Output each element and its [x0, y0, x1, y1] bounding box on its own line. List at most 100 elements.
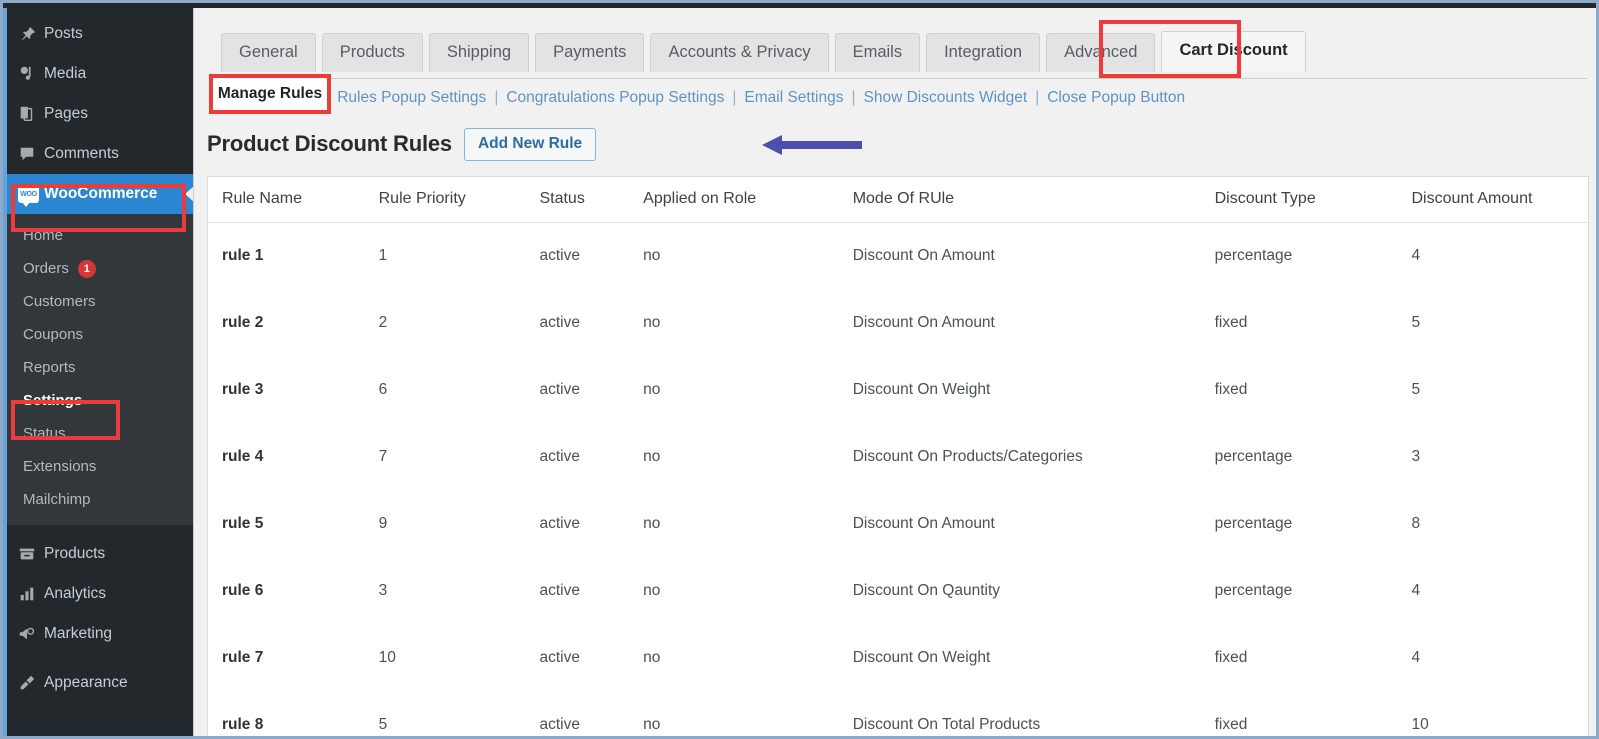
cell-status: active [525, 490, 630, 558]
tab-emails[interactable]: Emails [834, 33, 921, 72]
pin-icon [18, 25, 44, 43]
subnav-rules-popup-settings[interactable]: Rules Popup Settings [334, 89, 489, 107]
sidebar-item-media[interactable]: Media [7, 54, 193, 94]
sidebar-item-label: Products [44, 545, 106, 562]
table-row[interactable]: rule 1 1 active no Discount On Amount pe… [208, 222, 1588, 290]
sidebar-item-pages[interactable]: Pages [7, 94, 193, 134]
sidebar-subitem-home[interactable]: Home [7, 219, 193, 252]
table-row[interactable]: rule 6 3 active no Discount On Qauntity … [208, 557, 1588, 625]
cell-rule-priority: 2 [364, 289, 526, 357]
screenshot-root: Posts Media Pages Comments WOO WooCommer… [0, 0, 1599, 739]
sidebar-item-analytics[interactable]: Analytics [7, 574, 193, 614]
cell-applied-on-role: no [629, 222, 839, 290]
table-row[interactable]: rule 3 6 active no Discount On Weight fi… [208, 356, 1588, 424]
submenu-label: Home [23, 227, 64, 244]
tab-label: Cart Discount [1179, 41, 1288, 59]
sidebar-subitem-customers[interactable]: Customers [7, 285, 193, 318]
sidebar-subitem-coupons[interactable]: Coupons [7, 318, 193, 351]
brush-icon [18, 674, 44, 692]
sidebar-subitem-settings[interactable]: Settings [7, 384, 193, 417]
sidebar-item-label: Posts [44, 25, 83, 42]
cell-discount-amount: 5 [1397, 356, 1588, 424]
sidebar-item-posts[interactable]: Posts [7, 14, 193, 54]
sidebar-item-woocommerce[interactable]: WOO WooCommerce [7, 174, 194, 214]
sidebar-item-label: Analytics [44, 585, 107, 602]
cell-rule-name: rule 5 [208, 490, 365, 558]
subnav-close-popup-button[interactable]: Close Popup Button [1044, 89, 1188, 107]
sidebar-subitem-extensions[interactable]: Extensions [7, 450, 193, 483]
annotation-arrow-icon [762, 135, 862, 155]
discount-rules-table: Rule Name Rule Priority Status Applied o… [208, 177, 1588, 736]
table-body: rule 1 1 active no Discount On Amount pe… [208, 222, 1588, 736]
subnav-email-settings[interactable]: Email Settings [741, 89, 846, 107]
cell-applied-on-role: no [629, 490, 839, 558]
subnav-separator: | [1035, 89, 1040, 106]
subnav-show-discounts-widget[interactable]: Show Discounts Widget [861, 89, 1031, 107]
tab-payments[interactable]: Payments [535, 33, 645, 72]
sidebar-subitem-mailchimp[interactable]: Mailchimp [7, 483, 193, 516]
sidebar-item-products[interactable]: Products [7, 534, 193, 574]
sidebar-subitem-status[interactable]: Status [7, 417, 193, 450]
manage-rules-link[interactable]: Manage Rules [209, 74, 331, 114]
sidebar-subitem-reports[interactable]: Reports [7, 351, 193, 384]
cell-mode-of-rule: Discount On Amount [838, 222, 1201, 290]
table-row[interactable]: rule 5 9 active no Discount On Amount pe… [208, 490, 1588, 558]
sidebar-subitem-orders[interactable]: Orders 1 [7, 252, 193, 285]
tab-label: Advanced [1064, 43, 1138, 61]
tab-cart-discount[interactable]: Cart Discount [1161, 31, 1306, 72]
cell-rule-priority: 1 [364, 222, 526, 290]
table-row[interactable]: rule 4 7 active no Discount On Products/… [208, 423, 1588, 491]
products-icon [18, 545, 44, 563]
cell-mode-of-rule: Discount On Qauntity [838, 557, 1201, 625]
subnav-separator: | [494, 89, 499, 106]
sidebar-item-label: WooCommerce [44, 185, 158, 202]
submenu-label: Coupons [23, 326, 84, 343]
submenu-label: Customers [23, 293, 96, 310]
cell-rule-priority: 10 [364, 624, 526, 692]
cell-discount-amount: 5 [1397, 289, 1588, 357]
main-content: General Products Shipping Payments Accou… [193, 8, 1596, 736]
add-new-rule-button[interactable]: Add New Rule [463, 128, 597, 161]
sidebar-item-comments[interactable]: Comments [7, 134, 193, 174]
sidebar-item-label: Marketing [44, 625, 113, 642]
column-header-discount-type: Discount Type [1200, 177, 1398, 223]
submenu-label: Settings [23, 392, 83, 409]
tab-general[interactable]: General [221, 33, 316, 72]
cell-mode-of-rule: Discount On Amount [838, 490, 1201, 558]
cell-discount-amount: 4 [1397, 222, 1588, 290]
cell-applied-on-role: no [629, 691, 839, 736]
sidebar-item-marketing[interactable]: Marketing [7, 614, 193, 654]
cell-mode-of-rule: Discount On Total Products [838, 691, 1201, 736]
settings-tabs: General Products Shipping Payments Accou… [221, 31, 1306, 72]
cell-discount-type: percentage [1200, 557, 1398, 625]
cell-discount-type: fixed [1200, 691, 1398, 736]
tab-products[interactable]: Products [321, 33, 423, 72]
orders-count-badge: 1 [77, 259, 96, 278]
woocommerce-submenu: Home Orders 1 Customers Coupons Reports … [7, 214, 193, 525]
tab-accounts-privacy[interactable]: Accounts & Privacy [650, 33, 829, 72]
table-row[interactable]: rule 7 10 active no Discount On Weight f… [208, 624, 1588, 692]
sidebar-item-appearance[interactable]: Appearance [7, 663, 193, 703]
cell-applied-on-role: no [629, 557, 839, 625]
cell-mode-of-rule: Discount On Weight [838, 624, 1201, 692]
tabs-underline [209, 78, 1587, 79]
tab-integration[interactable]: Integration [926, 33, 1041, 72]
cell-rule-priority: 7 [364, 423, 526, 491]
cell-rule-name: rule 2 [208, 289, 365, 357]
table-row[interactable]: rule 2 2 active no Discount On Amount fi… [208, 289, 1588, 357]
submenu-label: Mailchimp [23, 491, 91, 508]
cell-rule-name: rule 3 [208, 356, 365, 424]
woocommerce-icon: WOO [18, 185, 44, 207]
submenu-label: Reports [23, 359, 76, 376]
table-row[interactable]: rule 8 5 active no Discount On Total Pro… [208, 691, 1588, 736]
cell-rule-priority: 9 [364, 490, 526, 558]
cell-discount-type: percentage [1200, 423, 1398, 491]
megaphone-icon [18, 625, 44, 643]
subnav-congratulations-popup-settings[interactable]: Congratulations Popup Settings [503, 89, 727, 107]
tab-advanced[interactable]: Advanced [1046, 33, 1156, 72]
column-header-applied-on-role: Applied on Role [629, 177, 839, 223]
tab-shipping[interactable]: Shipping [428, 33, 530, 72]
cell-discount-amount: 8 [1397, 490, 1588, 558]
discount-rules-table-card: Rule Name Rule Priority Status Applied o… [207, 176, 1589, 736]
tab-label: Shipping [446, 43, 512, 61]
